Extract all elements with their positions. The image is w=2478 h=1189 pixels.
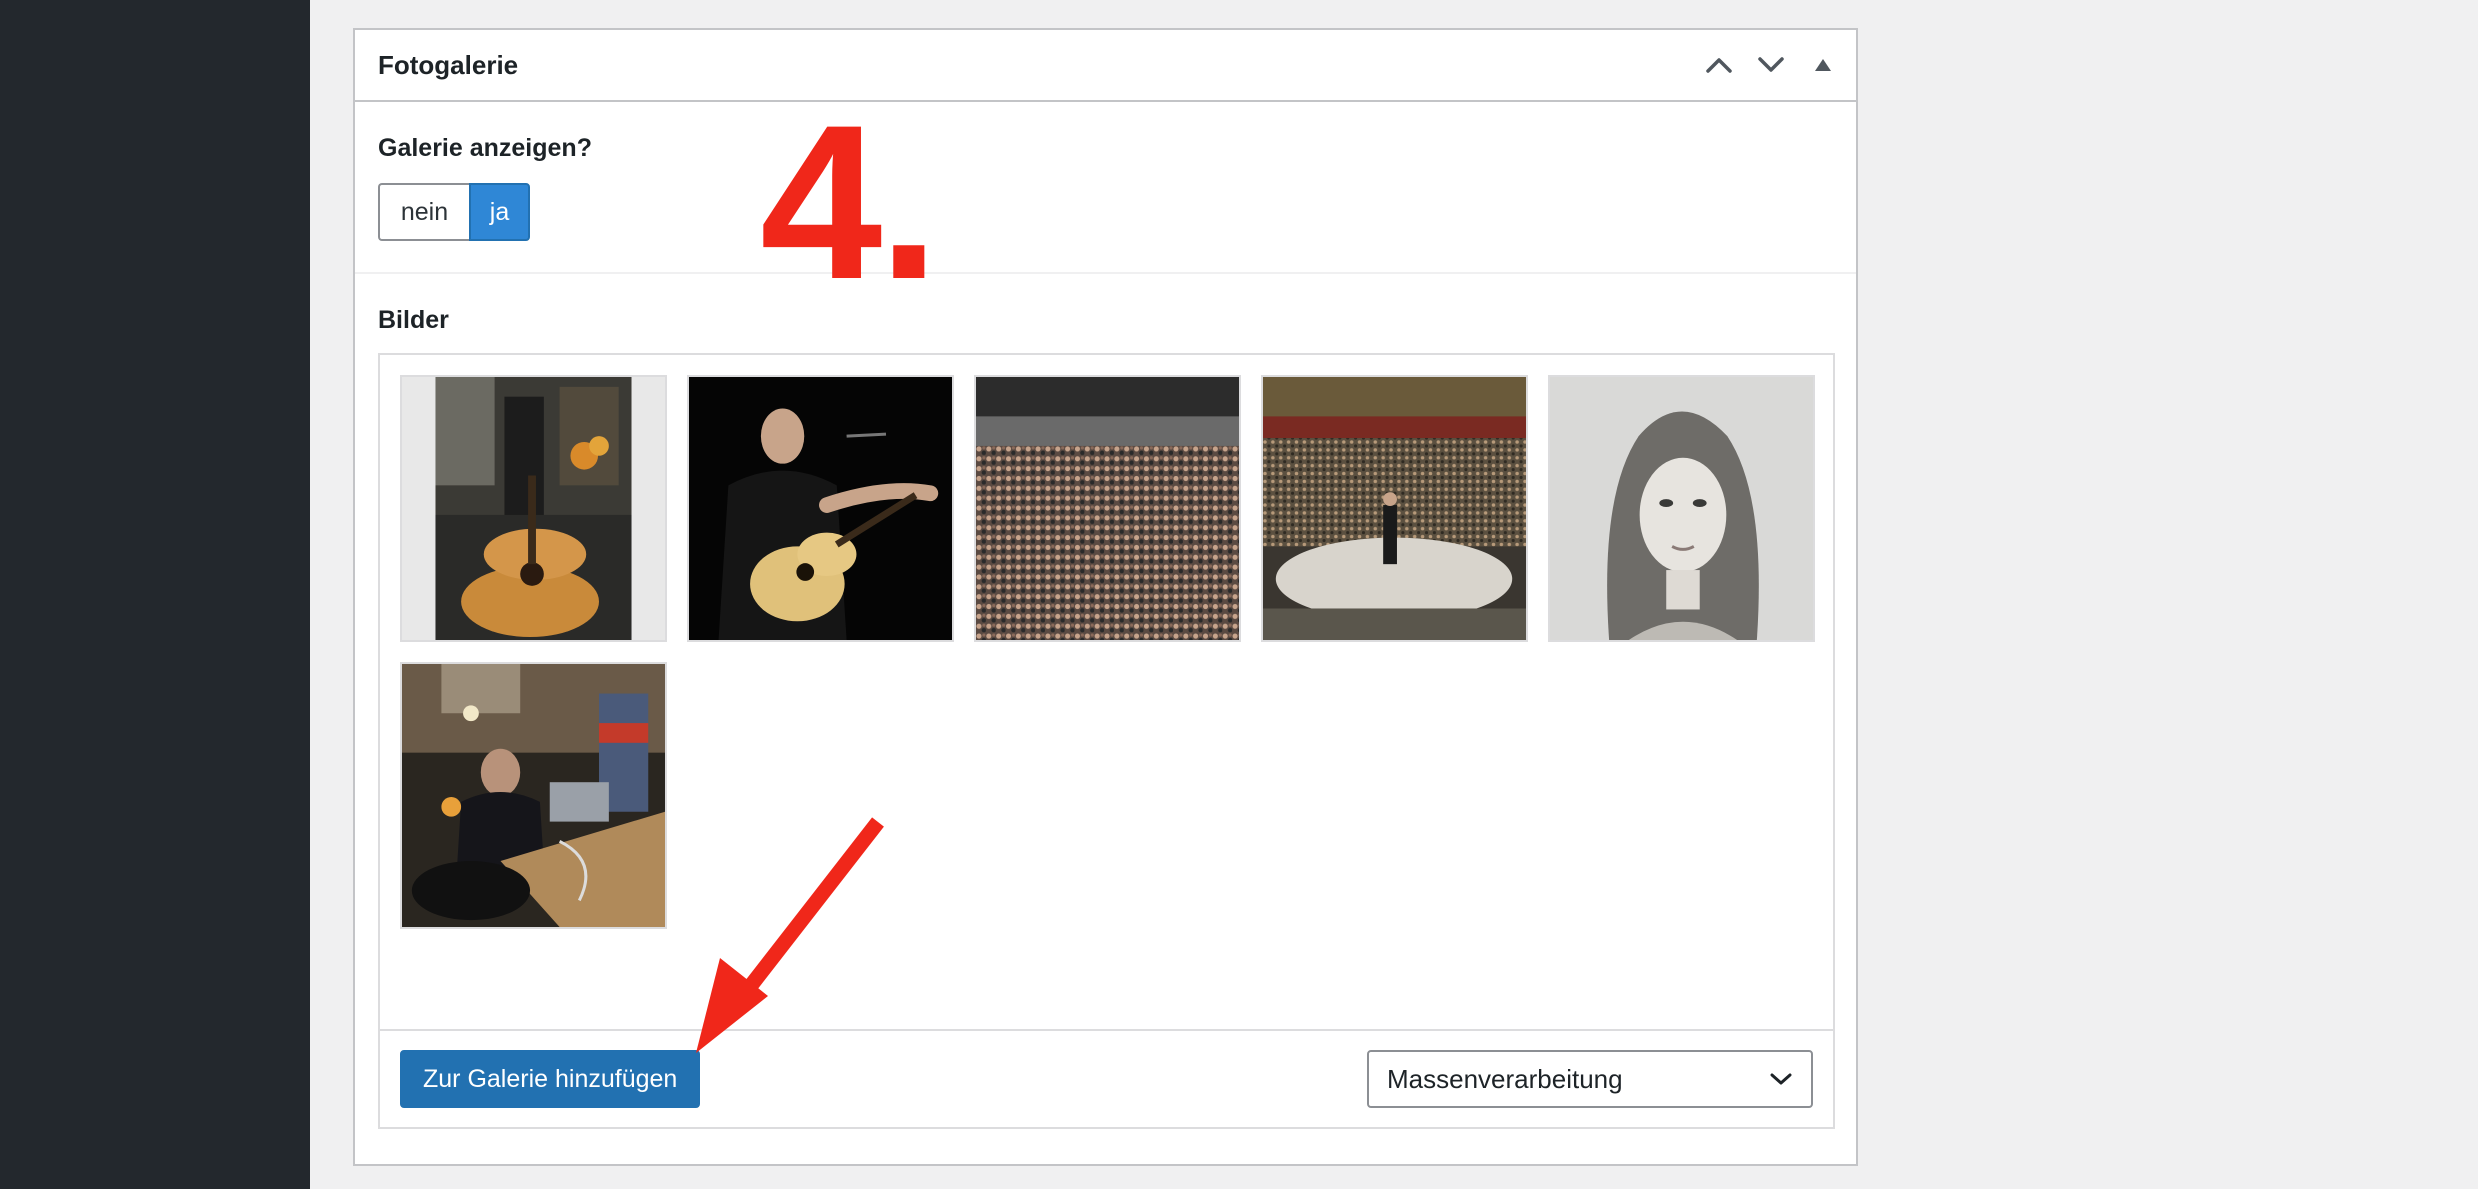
show-gallery-toggle: nein ja — [378, 183, 530, 241]
metabox-controls — [1704, 30, 1838, 100]
move-down-button[interactable] — [1756, 50, 1786, 80]
show-gallery-label: Galerie anzeigen? — [378, 134, 592, 162]
metabox-header: Fotogalerie — [355, 30, 1856, 102]
gallery-thumbnail[interactable] — [1261, 375, 1528, 642]
guitar-room-image — [402, 377, 665, 640]
man-at-desk-image — [402, 664, 665, 927]
add-to-gallery-button[interactable]: Zur Galerie hinzufügen — [400, 1050, 701, 1108]
gallery-thumbnail[interactable] — [687, 375, 954, 642]
triangle-up-icon — [1815, 59, 1831, 71]
red-arrow-annotation — [696, 817, 884, 1053]
thumbnail-grid — [400, 375, 1815, 929]
admin-sidebar — [0, 0, 310, 1189]
bulk-actions-value: Massenverarbeitung — [1387, 1063, 1623, 1094]
gallery-metabox: Fotogalerie Galerie anzeigen? nein ja Bi… — [353, 28, 1858, 1166]
chevron-down-icon — [1758, 57, 1784, 72]
gallery-thumbnail[interactable] — [400, 662, 667, 929]
chevron-down-icon — [1770, 1073, 1792, 1085]
guitarist-stage-image — [689, 377, 952, 640]
concert-hall-crowd-image — [976, 377, 1239, 640]
chevron-up-icon — [1706, 58, 1732, 73]
gallery-thumbnail[interactable] — [400, 375, 667, 642]
toggle-option-no[interactable]: nein — [378, 183, 469, 241]
arena-stage-image — [1263, 377, 1526, 640]
step-annotation: 4. — [760, 79, 939, 325]
gallery-box: Zur Galerie hinzufügen Massenverarbeitun… — [378, 353, 1835, 1129]
toggle-panel-button[interactable] — [1808, 50, 1838, 80]
images-label: Bilder — [378, 306, 449, 334]
move-up-button[interactable] — [1704, 50, 1734, 80]
show-gallery-section: Galerie anzeigen? nein ja — [355, 102, 1856, 274]
images-section: Bilder Zur Galerie hinzufügen Massenvera… — [355, 274, 1856, 1129]
bulk-actions-select[interactable]: Massenverarbeitung — [1367, 1050, 1813, 1108]
gallery-thumbnail[interactable] — [974, 375, 1241, 642]
gallery-footer: Zur Galerie hinzufügen Massenverarbeitun… — [380, 1029, 1833, 1127]
gallery-thumbnail[interactable] — [1548, 375, 1815, 642]
toggle-option-yes[interactable]: ja — [469, 183, 530, 241]
metabox-title: Fotogalerie — [378, 49, 519, 80]
bw-portrait-image — [1550, 377, 1813, 640]
